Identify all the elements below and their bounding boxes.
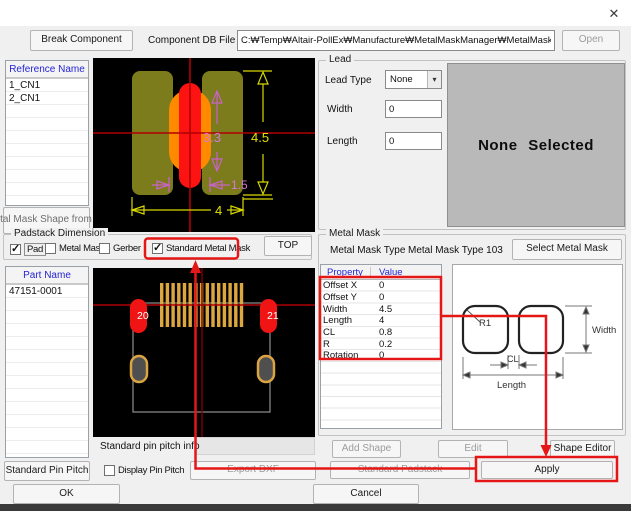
open-button[interactable]: Open — [562, 30, 620, 51]
metal-mask-shape-diagram: R1 Width CL Length — [452, 264, 623, 430]
pad-checkbox-label: Pad — [24, 243, 46, 256]
metal-mask-checkbox[interactable]: Metal Mask — [45, 243, 105, 254]
length-label: Length — [497, 380, 526, 391]
display-pin-pitch-checkbox[interactable]: Display Pin Pitch — [104, 465, 184, 476]
lead-type-label: Lead Type — [325, 75, 372, 86]
lead-length-input[interactable] — [385, 132, 442, 150]
part-name-list[interactable]: Part Name 47151-0001 — [5, 266, 89, 458]
table-row[interactable]: Offset X0 — [321, 280, 441, 292]
value-column-header[interactable]: Value — [371, 267, 403, 278]
mount-hole-left — [131, 356, 147, 382]
table-row[interactable]: Rotation0 — [321, 350, 441, 362]
cl-label: CL — [507, 354, 519, 364]
lead-length-label: Length — [327, 136, 358, 147]
width-label: Width — [592, 325, 616, 336]
r1-label: R1 — [479, 318, 491, 329]
screen-edge-strip — [0, 504, 631, 511]
reference-name-list[interactable]: Reference Name 1_CN1 2_CN1 — [5, 60, 89, 206]
table-row[interactable]: Offset Y0 — [321, 292, 441, 304]
pad-preview-canvas[interactable]: 4.5 4 3.3 1.5 — [93, 58, 315, 232]
reference-item[interactable]: 1_CN1 — [6, 79, 88, 92]
standard-metal-mask-checkbox-label: Standard Metal Mask — [166, 243, 250, 254]
table-row[interactable]: CL0.8 — [321, 327, 441, 339]
reference-name-header[interactable]: Reference Name — [6, 61, 88, 79]
mount-hole-right — [258, 356, 274, 382]
reference-item[interactable]: 2_CN1 — [6, 92, 88, 105]
part-item[interactable]: 47151-0001 — [6, 285, 88, 298]
component-db-file-label: Component DB File — [148, 35, 235, 46]
pad-21-label: 21 — [267, 310, 279, 322]
metal-mask-group-title: Metal Mask — [326, 228, 383, 239]
title-bar — [0, 0, 631, 26]
gerber-checkbox-label: Gerber — [113, 243, 141, 254]
lead-type-dropdown[interactable]: None ▾ — [385, 70, 442, 89]
metal-mask-property-table[interactable]: Property Value Offset X0 Offset Y0 Width… — [320, 264, 442, 429]
pad-20-label: 20 — [137, 310, 149, 322]
dim-3-3-label: 3.3 — [203, 130, 221, 145]
property-column-header[interactable]: Property — [321, 267, 371, 278]
apply-button[interactable]: Apply — [481, 461, 613, 479]
lead-preview-panel: None Selected — [447, 63, 625, 227]
dim-1-5-label: 1.5 — [231, 178, 248, 192]
cancel-button[interactable]: Cancel — [313, 484, 419, 504]
display-pin-pitch-label: Display Pin Pitch — [118, 465, 184, 476]
dim-4-lines — [132, 197, 243, 216]
pin-pitch-info-field — [196, 437, 315, 455]
pad-checkbox[interactable]: Pad — [10, 243, 46, 256]
metal-mask-type-value: Metal Mask Type 103 — [408, 245, 503, 256]
export-dxf-button[interactable]: Export DXF — [190, 461, 316, 480]
break-component-button[interactable]: Break Component — [30, 30, 133, 51]
ok-button[interactable]: OK — [13, 484, 120, 504]
lead-width-input[interactable] — [385, 100, 442, 118]
dim-4-label: 4 — [215, 203, 222, 218]
gerber-checkbox[interactable]: Gerber — [99, 243, 141, 254]
close-icon[interactable]: ✕ — [603, 4, 625, 23]
lead-type-value: None — [386, 74, 427, 85]
top-button[interactable]: TOP — [264, 236, 312, 256]
component-db-path-input[interactable] — [237, 30, 555, 51]
metal-mask-manager-dialog: ✕ Break Component Component DB File Open… — [0, 0, 631, 511]
pin-pitch-info-label: Standard pin pitch info — [100, 441, 200, 452]
metal-mask-checkbox-label: Metal Mask — [59, 243, 105, 254]
metal-mask-type-label: Metal Mask Type — [330, 245, 405, 256]
standard-pin-pitch-button[interactable]: Standard Pin Pitch — [4, 461, 90, 481]
component-preview-canvas[interactable]: 20 21 — [93, 268, 315, 437]
table-row[interactable]: Width4.5 — [321, 303, 441, 315]
lead-group-title: Lead — [326, 54, 354, 65]
width-dimension — [565, 306, 592, 353]
select-metal-mask-button[interactable]: Select Metal Mask — [512, 239, 622, 260]
shape-editor-button[interactable]: Shape Editor — [550, 440, 615, 458]
table-row[interactable]: Length4 — [321, 315, 441, 327]
none-selected-text: None Selected — [478, 137, 594, 154]
table-row[interactable]: R0.2 — [321, 338, 441, 350]
add-shape-button[interactable]: Add Shape — [332, 440, 401, 458]
dim-4-5-label: 4.5 — [251, 130, 269, 145]
lead-width-label: Width — [327, 104, 353, 115]
edit-button[interactable]: Edit — [438, 440, 508, 458]
padstack-dimension-title: Padstack Dimension — [11, 228, 108, 239]
diagram-square-right — [519, 306, 563, 353]
standard-padstack-button[interactable]: Standard Padstack — [330, 461, 470, 479]
standard-metal-mask-checkbox[interactable]: Standard Metal Mask — [152, 243, 250, 254]
chevron-down-icon[interactable]: ▾ — [427, 71, 441, 88]
part-name-header[interactable]: Part Name — [6, 267, 88, 285]
